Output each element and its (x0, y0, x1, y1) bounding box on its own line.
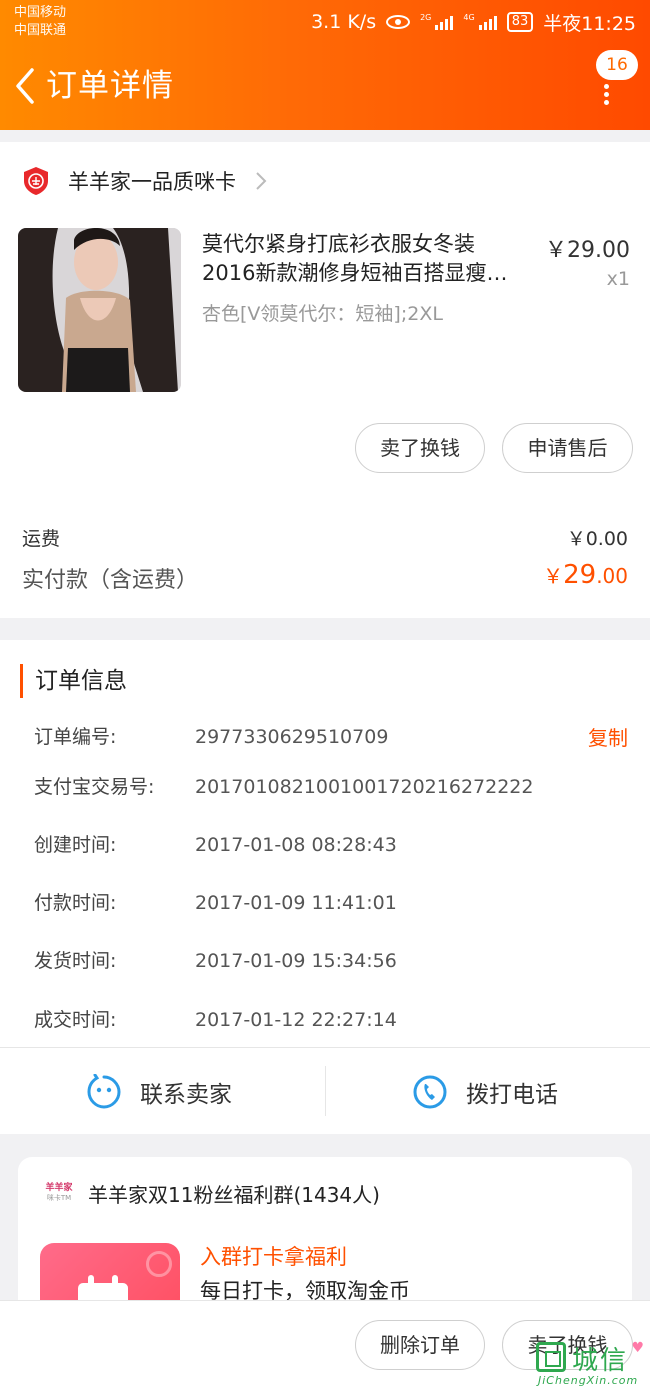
status-indicators: 3.1 K/s 2G 4G 83 半夜11:25 (311, 8, 636, 36)
info-label: 付款时间: (34, 892, 117, 914)
carrier-secondary: 中国联通 (14, 23, 67, 38)
watermark-url: JiChengXin.com (538, 1374, 639, 1387)
chat-face-icon (87, 1074, 121, 1109)
apply-aftersale-button[interactable]: 申请售后 (502, 423, 633, 473)
signal-4g-icon: 4G (463, 13, 497, 30)
call-phone-label: 拨打电话 (466, 1082, 558, 1108)
enterprise-shield-icon (24, 167, 48, 195)
notification-badge[interactable]: 16 (596, 50, 638, 80)
shipping-value: ￥0.00 (566, 528, 628, 550)
network-speed: 3.1 K/s (311, 11, 377, 33)
carrier-primary: 中国移动 (14, 5, 67, 20)
promo-title: 入群打卡拿福利 (200, 1245, 347, 1269)
paid-amount: ￥29.00 (543, 560, 628, 590)
eye-comfort-icon (386, 15, 411, 29)
call-phone-button[interactable]: 拨打电话 (412, 1070, 558, 1114)
chevron-right-icon (256, 172, 267, 190)
signal-2g-icon: 2G (420, 13, 454, 30)
product-quantity: x1 (606, 268, 630, 290)
info-row-alipay-number: 支付宝交易号: 2017010821001001720216272222 (34, 772, 533, 802)
product-sku: 杏色[V领莫代尔：短袖];2XL (202, 303, 443, 325)
copy-order-number-button[interactable]: 复制 (588, 722, 628, 751)
info-value: 2017-01-09 15:34:56 (195, 950, 397, 972)
shop-logo-subtext: 咪卡TM (46, 1194, 72, 1202)
product-photo (18, 228, 181, 392)
back-arrow-icon[interactable] (12, 66, 42, 106)
paid-integer: 29 (563, 560, 597, 590)
site-watermark: 城信 ♥ JiChengXin.com (532, 1340, 650, 1390)
paid-label: 实付款（含运费） (22, 568, 199, 593)
shipping-label: 运费 (22, 528, 61, 550)
info-label: 成交时间: (34, 1009, 117, 1031)
decorative-circle (146, 1251, 172, 1277)
info-label: 订单编号: (34, 726, 117, 748)
heart-icon: ♥ (631, 1340, 644, 1356)
status-bar: 中国移动 中国联通 3.1 K/s 2G 4G 83 半夜11:25 (0, 0, 650, 44)
shop-logo-text: 羊羊家 (45, 1183, 73, 1193)
info-row-created-time: 创建时间: 2017-01-08 08:28:43 (34, 830, 397, 860)
info-label: 创建时间: (34, 834, 117, 856)
delete-order-button[interactable]: 删除订单 (355, 1320, 485, 1370)
product-title-line1: 莫代尔紧身打底衫衣服女冬装 (202, 232, 475, 256)
info-label: 支付宝交易号: (34, 776, 155, 798)
product-price: ￥29.00 (545, 238, 630, 263)
paid-currency: ￥ (543, 564, 564, 588)
group-name: 羊羊家双11粉丝福利群(1434人) (88, 1183, 380, 1207)
info-row-shipped-time: 发货时间: 2017-01-09 15:34:56 (34, 946, 397, 976)
signal-2g-label: 2G (420, 13, 432, 22)
info-row-paid-time: 付款时间: 2017-01-09 11:41:01 (34, 888, 397, 918)
app-header: 中国移动 中国联通 3.1 K/s 2G 4G 83 半夜11:25 订单详情 … (0, 0, 650, 130)
product-title-line2: 2016新款潮修身短袖百搭显瘦… (202, 261, 508, 285)
info-value: 2017-01-09 11:41:01 (195, 892, 397, 914)
page-title: 订单详情 (46, 68, 174, 104)
info-value: 2017-01-12 22:27:14 (195, 1009, 397, 1031)
paid-decimal: .00 (596, 564, 628, 588)
order-info-title: 订单信息 (20, 664, 127, 698)
watermark-text: 城信 (572, 1346, 629, 1376)
more-menu-icon[interactable] (604, 84, 610, 105)
info-value: 2977330629510709 (195, 726, 389, 748)
divider (325, 1066, 326, 1116)
info-row-completed-time: 成交时间: 2017-01-12 22:27:14 (34, 1005, 397, 1035)
clock: 半夜11:25 (543, 12, 636, 35)
info-row-order-number: 订单编号: 2977330629510709 (34, 722, 388, 752)
contact-seller-label: 联系卖家 (140, 1082, 232, 1108)
divider (0, 1047, 650, 1048)
info-value: 2017010821001001720216272222 (195, 776, 534, 798)
shop-logo: 羊羊家 咪卡TM (42, 1183, 76, 1213)
product-thumbnail[interactable] (18, 228, 181, 392)
order-info-card (0, 640, 650, 1134)
phone-icon (413, 1075, 447, 1109)
shop-header[interactable]: 羊羊家一品质咪卡 (22, 165, 268, 197)
sell-for-cash-button[interactable]: 卖了换钱 (355, 423, 485, 473)
info-label: 发货时间: (34, 950, 117, 972)
watermark-logo-icon (536, 1342, 566, 1372)
product-title[interactable]: 莫代尔紧身打底衫衣服女冬装 2016新款潮修身短袖百搭显瘦… (202, 230, 532, 288)
signal-4g-label: 4G (463, 13, 475, 22)
shop-name: 羊羊家一品质咪卡 (68, 170, 236, 194)
battery-icon: 83 (506, 12, 534, 32)
info-value: 2017-01-08 08:28:43 (195, 834, 397, 856)
contact-seller-button[interactable]: 联系卖家 (86, 1070, 232, 1114)
carrier-info: 中国移动 中国联通 (14, 4, 66, 40)
